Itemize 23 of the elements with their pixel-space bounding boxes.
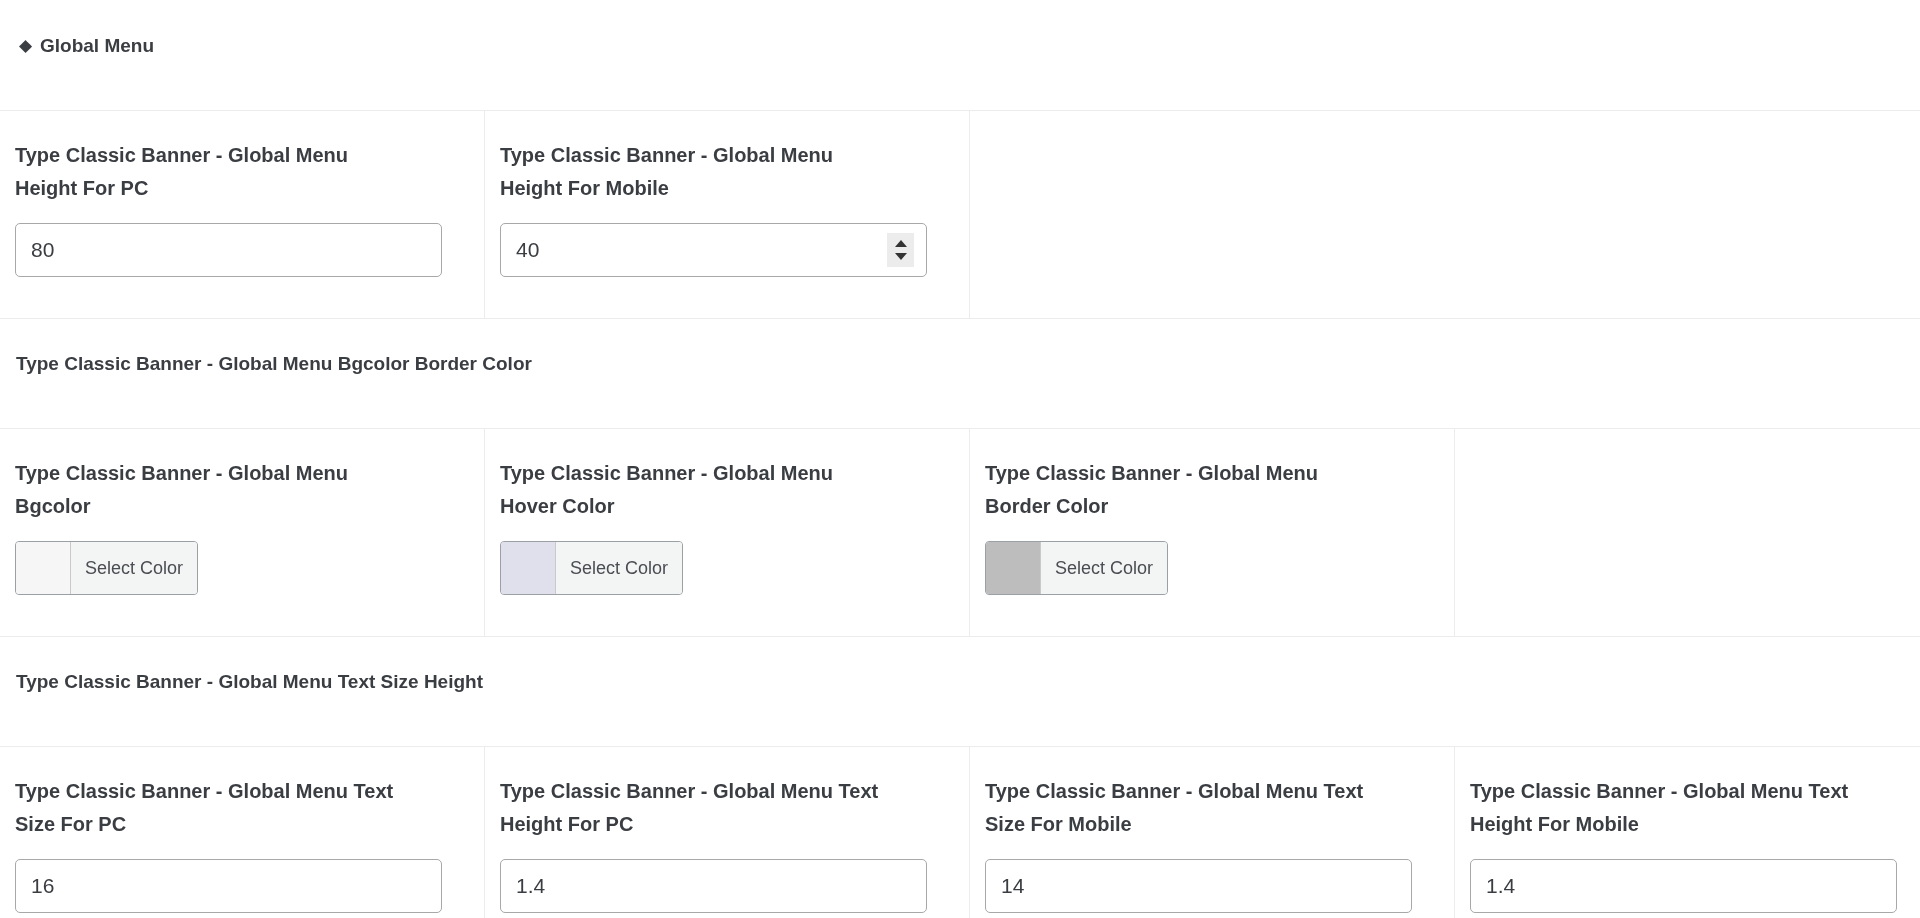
number-input-field[interactable]: 80 <box>15 223 442 277</box>
field-label: Type Classic Banner - Global Menu Text Height For PC <box>500 779 880 837</box>
color-swatch[interactable] <box>501 542 556 594</box>
color-swatch[interactable] <box>16 542 71 594</box>
number-input-field[interactable]: 1.4 <box>1470 859 1897 913</box>
field-label: Type Classic Banner - Global Menu Hover Color <box>500 461 835 519</box>
number-input-field[interactable]: 40 <box>500 223 927 277</box>
number-input-field[interactable]: 14 <box>985 859 1412 913</box>
field-label: Type Classic Banner - Global Menu Text Size For Mobile <box>985 779 1365 837</box>
field-label: Type Classic Banner - Global Menu Text Size For PC <box>15 779 395 837</box>
field-label: Type Classic Banner - Global Menu Border Color <box>985 461 1320 519</box>
spinner-icon[interactable] <box>887 233 914 267</box>
color-swatch[interactable] <box>986 542 1041 594</box>
number-input-field[interactable]: 16 <box>15 859 442 913</box>
number-input-field[interactable]: 1.4 <box>500 859 927 913</box>
field-label: Type Classic Banner - Global Menu Text Height For Mobile <box>1470 779 1850 837</box>
field-label: Type Classic Banner - Global Menu Height For PC <box>15 143 350 201</box>
diamond-icon: ◆ <box>19 33 32 59</box>
section-subheading: Type Classic Banner - Global Menu Text Size Height <box>16 670 483 695</box>
field-label: Type Classic Banner - Global Menu Bgcolor <box>15 461 350 519</box>
field-label: Type Classic Banner - Global Menu Height For Mobile <box>500 143 835 201</box>
section-subheading: Type Classic Banner - Global Menu Bgcolor Border Color <box>16 352 532 377</box>
section-heading: Global Menu <box>40 33 154 58</box>
